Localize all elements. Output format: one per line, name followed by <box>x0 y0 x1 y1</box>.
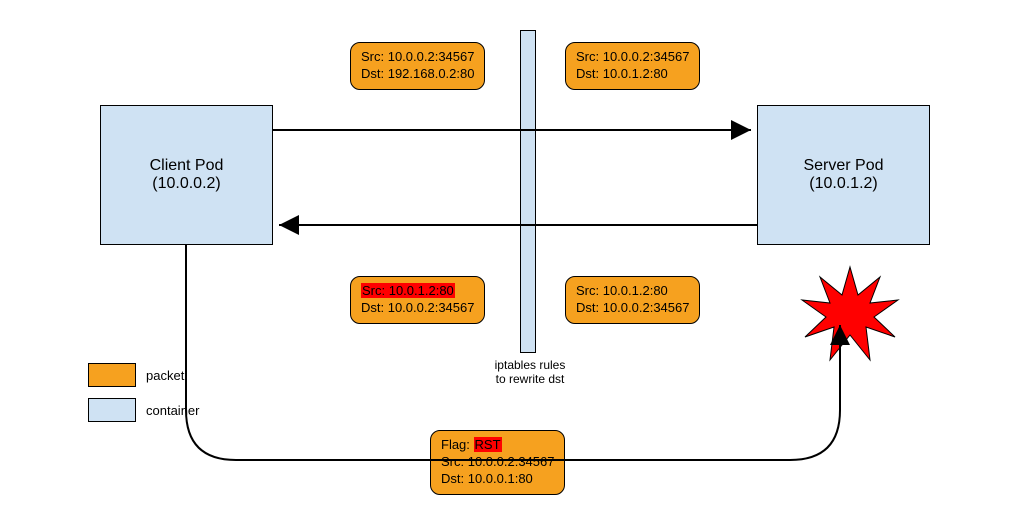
legend-swatch-packet <box>88 363 136 387</box>
server-pod: Server Pod (10.0.1.2) <box>757 105 930 245</box>
packet-request-after-nat: Src: 10.0.0.2:34567 Dst: 10.0.1.2:80 <box>565 42 700 90</box>
legend-label-packet: packet <box>146 368 184 383</box>
arrow-rst <box>180 245 880 505</box>
client-pod-ip: (10.0.0.2) <box>152 175 220 193</box>
packet-dst: Dst: 10.0.1.2:80 <box>576 66 689 83</box>
arrow-request <box>273 115 757 145</box>
packet-src: Src: 10.0.0.2:34567 <box>576 49 689 66</box>
arrow-response <box>273 210 757 240</box>
server-pod-name: Server Pod <box>803 157 883 175</box>
server-pod-ip: (10.0.1.2) <box>809 175 877 193</box>
packet-request-before-nat: Src: 10.0.0.2:34567 Dst: 192.168.0.2:80 <box>350 42 485 90</box>
legend-swatch-container <box>88 398 136 422</box>
packet-src: Src: 10.0.0.2:34567 <box>361 49 474 66</box>
client-pod-name: Client Pod <box>150 157 224 175</box>
client-pod: Client Pod (10.0.0.2) <box>100 105 273 245</box>
packet-dst: Dst: 192.168.0.2:80 <box>361 66 474 83</box>
